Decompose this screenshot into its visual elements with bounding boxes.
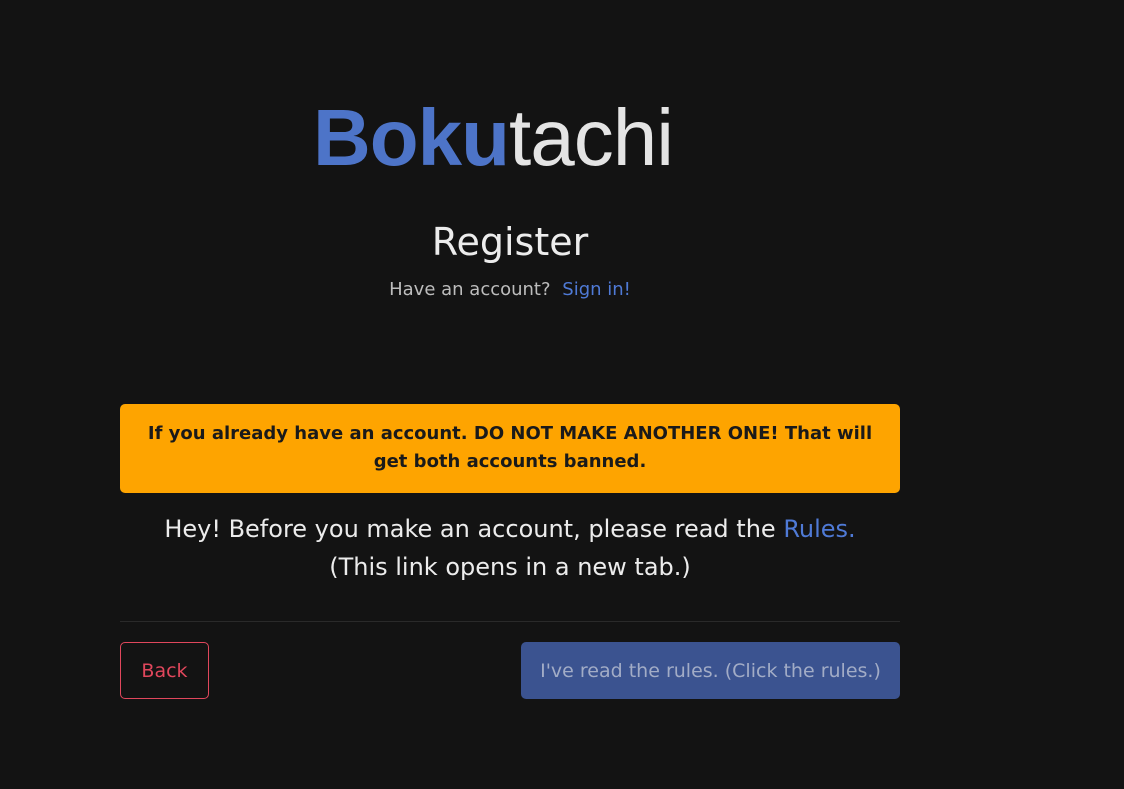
back-button[interactable]: Back [120,642,209,699]
divider [120,621,900,622]
signin-prompt: Have an account? [389,279,551,300]
signin-prompt-row: Have an account? Sign in! [310,278,710,302]
rules-note: (This link opens in a new tab.) [329,553,691,581]
page-title: Register [431,220,589,264]
logo-part-1: Boku [313,93,510,182]
rules-link[interactable]: Rules. [783,515,855,543]
warning-banner: If you already have an account. DO NOT M… [120,404,900,493]
rules-message: Hey! Before you make an account, please … [120,510,900,586]
signin-link[interactable]: Sign in! [562,279,631,300]
logo: Bokutachi [313,96,713,180]
rules-text: Hey! Before you make an account, please … [164,515,784,543]
read-rules-button[interactable]: I've read the rules. (Click the rules.) [521,642,900,699]
logo-part-2: tachi [509,93,674,182]
rules-line: Hey! Before you make an account, please … [120,510,900,548]
